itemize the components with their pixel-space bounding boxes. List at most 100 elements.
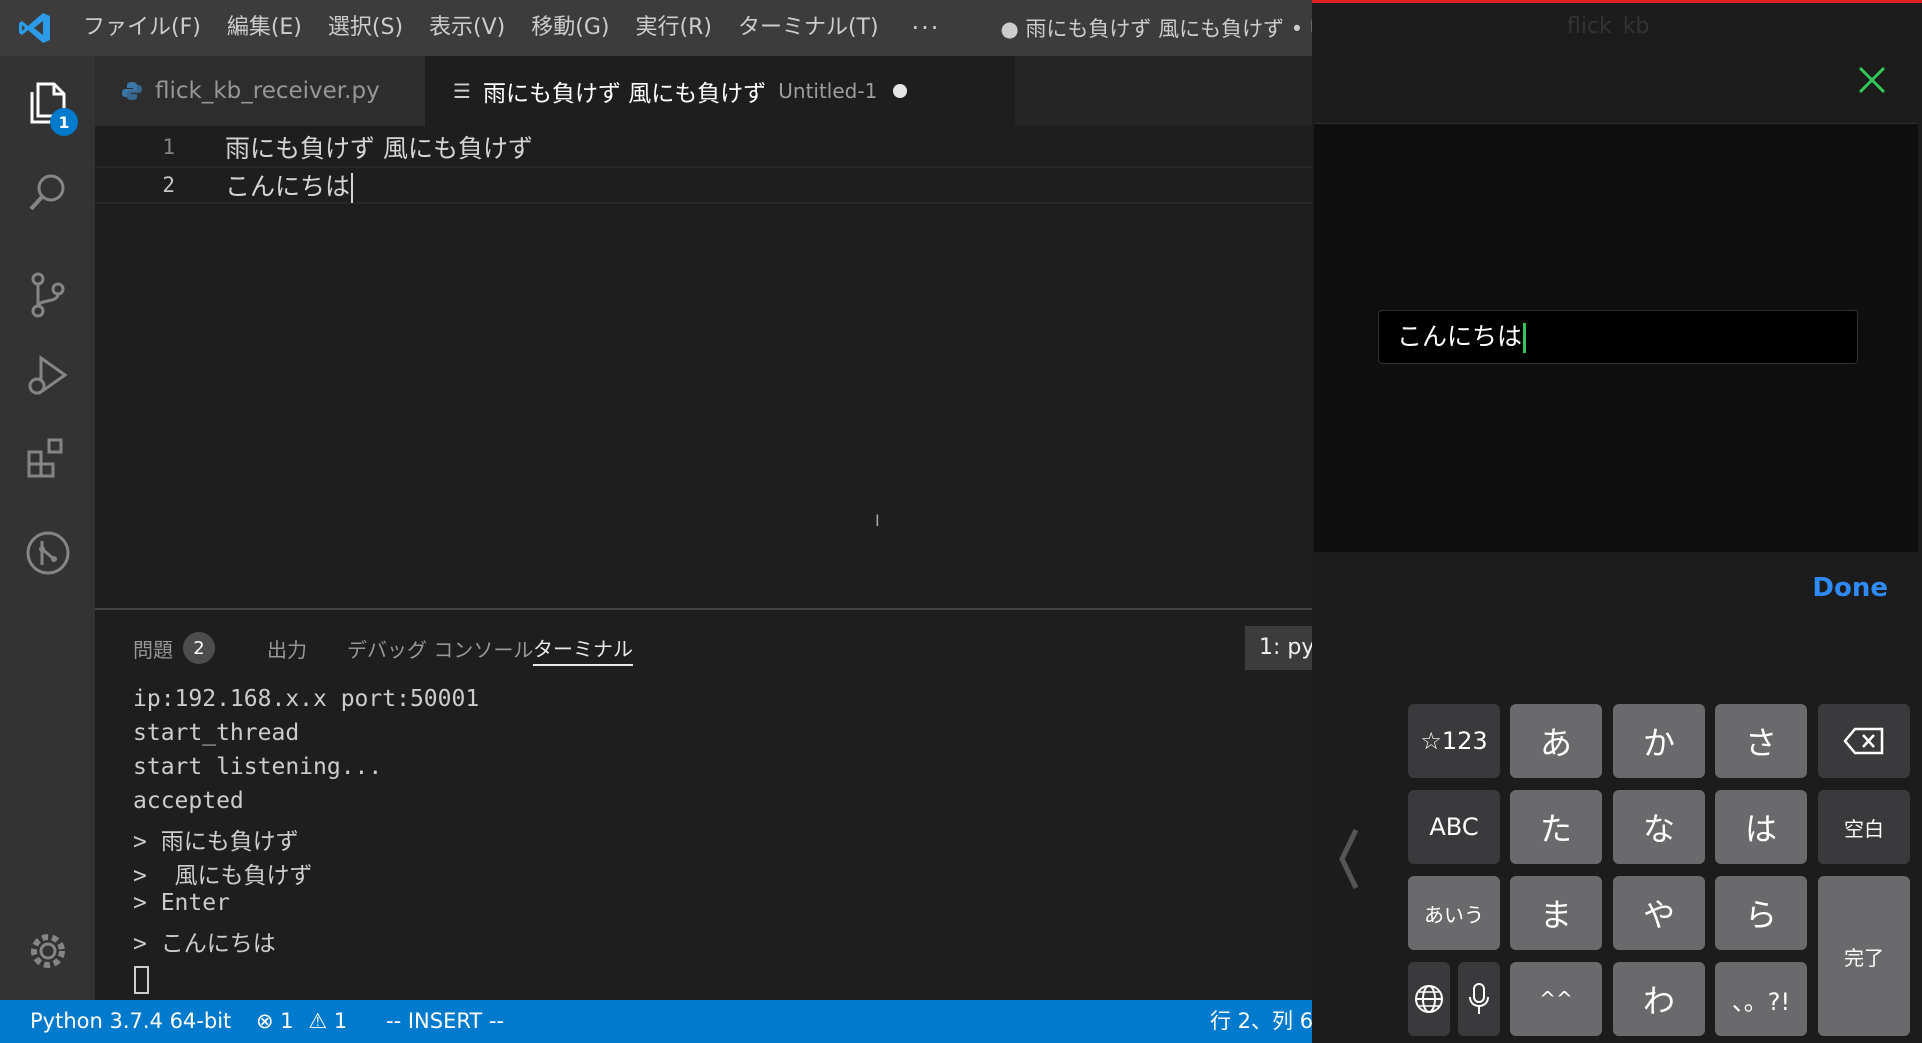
terminal-line: start_thread	[133, 720, 300, 746]
key-emoticon[interactable]: ^^	[1510, 962, 1602, 1036]
phone-window: flick_kb こんにちは Done ☆123 あ か さ ABC た な は…	[1312, 0, 1922, 1043]
terminal-line: > こんにちは	[133, 931, 276, 957]
status-bar: Python 3.7.4 64-bit ⊗ 1 ⚠ 1 -- INSERT --…	[0, 1000, 1312, 1043]
warning-count: 1	[333, 1009, 348, 1033]
editor-line-current[interactable]: 2 こんにちは	[95, 166, 1312, 204]
key-confirm[interactable]: 完了	[1818, 876, 1910, 1036]
key-symbols[interactable]: ☆123	[1408, 704, 1500, 778]
vscode-logo-icon	[0, 0, 70, 56]
menu-edit[interactable]: 編集(E)	[214, 0, 315, 56]
key-ha[interactable]: は	[1715, 790, 1807, 864]
terminal-line: start listening...	[133, 754, 383, 780]
activity-bar: 1	[0, 56, 95, 1000]
git-graph-icon[interactable]	[0, 508, 95, 598]
tab-terminal[interactable]: ターミナル	[533, 630, 633, 666]
warning-icon: ⚠	[308, 1009, 328, 1033]
key-na[interactable]: な	[1613, 790, 1705, 864]
menu-file[interactable]: ファイル(F)	[70, 0, 214, 56]
line-number: 2	[162, 173, 175, 197]
key-ra[interactable]: ら	[1715, 876, 1807, 950]
phone-content: こんにちは	[1314, 124, 1918, 552]
explorer-badge: 1	[50, 108, 78, 136]
terminal-line: ip:192.168.x.x port:50001	[133, 686, 480, 712]
key-abc[interactable]: ABC	[1408, 790, 1500, 864]
run-debug-icon[interactable]	[0, 330, 95, 420]
terminal-line: > Enter	[133, 890, 230, 916]
extensions-icon[interactable]	[0, 412, 95, 502]
tab-debug-console[interactable]: デバッグ コンソール	[347, 630, 533, 666]
flick-keyboard: ☆123 あ か さ ABC た な は 空白 あいう ま や ら 完了 ^^ …	[1314, 624, 1918, 1043]
problems-label: 問題	[133, 637, 173, 662]
key-kana-mode[interactable]: あいう	[1408, 876, 1500, 950]
window-border-accent	[1312, 0, 1922, 3]
text-file-icon: ☰	[453, 79, 471, 103]
key-punctuation[interactable]: 、。?!	[1715, 962, 1807, 1036]
key-wa[interactable]: わ	[1613, 962, 1705, 1036]
text-caret	[351, 173, 354, 203]
terminal-line: > 風にも負けず	[133, 863, 313, 889]
terminal-line: accepted	[133, 788, 244, 814]
problems-status[interactable]: ⊗ 1 ⚠ 1	[256, 1000, 347, 1043]
menu-selection[interactable]: 選択(S)	[315, 0, 416, 56]
line-text-wrapper: こんにちは	[225, 167, 354, 203]
tab-problems[interactable]: 問題 2	[133, 630, 215, 666]
microphone-key[interactable]	[1458, 962, 1500, 1036]
unsaved-dot-icon[interactable]	[893, 84, 908, 98]
line-text: 雨にも負けず 風にも負けず	[225, 134, 533, 163]
globe-key[interactable]	[1408, 962, 1450, 1036]
line-number: 1	[162, 135, 175, 159]
line-text: こんにちは	[225, 172, 351, 201]
editor-area[interactable]: 1 雨にも負けず 風にも負けず 2 こんにちは I	[95, 126, 1312, 608]
menu-more-button[interactable]: ···	[892, 3, 961, 53]
search-icon[interactable]	[0, 148, 95, 238]
problems-count-badge: 2	[183, 632, 215, 664]
output-label: 出力	[267, 637, 307, 662]
explorer-icon[interactable]: 1	[0, 58, 95, 148]
done-button[interactable]: Done	[1812, 552, 1888, 624]
editor-line[interactable]: 1 雨にも負けず 風にも負けず	[95, 128, 1312, 166]
python-interpreter-status[interactable]: Python 3.7.4 64-bit	[30, 1000, 231, 1043]
tab-output[interactable]: 出力	[267, 630, 307, 666]
debug-console-label: デバッグ コンソール	[347, 637, 534, 662]
text-input-field[interactable]: こんにちは	[1378, 310, 1858, 364]
phone-header	[1314, 34, 1918, 124]
menu-view[interactable]: 表示(V)	[416, 0, 518, 56]
terminal-selector[interactable]: 1: py	[1245, 626, 1312, 670]
terminal-cursor	[134, 966, 149, 994]
vscode-window: ファイル(F) 編集(E) 選択(S) 表示(V) 移動(G) 実行(R) ター…	[0, 0, 1312, 1043]
window-title: ● 雨にも負けず 風にも負けず • U	[1000, 17, 1312, 41]
key-space[interactable]: 空白	[1818, 790, 1910, 864]
tab-label: 雨にも負けず 風にも負けず	[482, 81, 767, 107]
title-bar: ファイル(F) 編集(E) 選択(S) 表示(V) 移動(G) 実行(R) ター…	[0, 0, 1312, 56]
backspace-key[interactable]	[1818, 704, 1910, 778]
error-icon: ⊗	[256, 1009, 274, 1033]
tab-description: Untitled-1	[778, 79, 878, 103]
mouse-ibeam-icon: I	[875, 511, 880, 530]
backspace-icon	[1843, 727, 1884, 755]
cursor-position-status[interactable]: 行 2、列 6	[1210, 1000, 1312, 1043]
error-count: 1	[280, 1009, 294, 1033]
menu-run[interactable]: 実行(R)	[622, 0, 724, 56]
keyboard-toolbar: Done	[1314, 552, 1918, 624]
globe-icon	[1415, 985, 1443, 1013]
menu-terminal[interactable]: ターミナル(T)	[725, 0, 892, 56]
input-caret	[1523, 323, 1527, 353]
close-icon[interactable]	[1852, 60, 1892, 100]
terminal-label: ターミナル	[533, 636, 633, 661]
terminal-line: > 雨にも負けず	[133, 829, 299, 855]
python-icon	[122, 82, 142, 100]
tab-untitled-1[interactable]: ☰ 雨にも負けず 風にも負けず Untitled-1	[425, 56, 1015, 126]
key-ta[interactable]: た	[1510, 790, 1602, 864]
source-control-icon[interactable]	[0, 250, 95, 340]
chevron-left-icon[interactable]	[1334, 824, 1364, 894]
tab-flick-kb-receiver[interactable]: flick_kb_receiver.py	[95, 56, 425, 126]
editor-tab-bar: flick_kb_receiver.py ☰ 雨にも負けず 風にも負けず Unt…	[95, 56, 1312, 126]
key-a[interactable]: あ	[1510, 704, 1602, 778]
settings-gear-icon[interactable]	[0, 906, 95, 996]
key-sa[interactable]: さ	[1715, 704, 1807, 778]
key-ka[interactable]: か	[1613, 704, 1705, 778]
tab-label: flick_kb_receiver.py	[155, 78, 380, 104]
menu-go[interactable]: 移動(G)	[518, 0, 622, 56]
key-ma[interactable]: ま	[1510, 876, 1602, 950]
key-ya[interactable]: や	[1613, 876, 1705, 950]
